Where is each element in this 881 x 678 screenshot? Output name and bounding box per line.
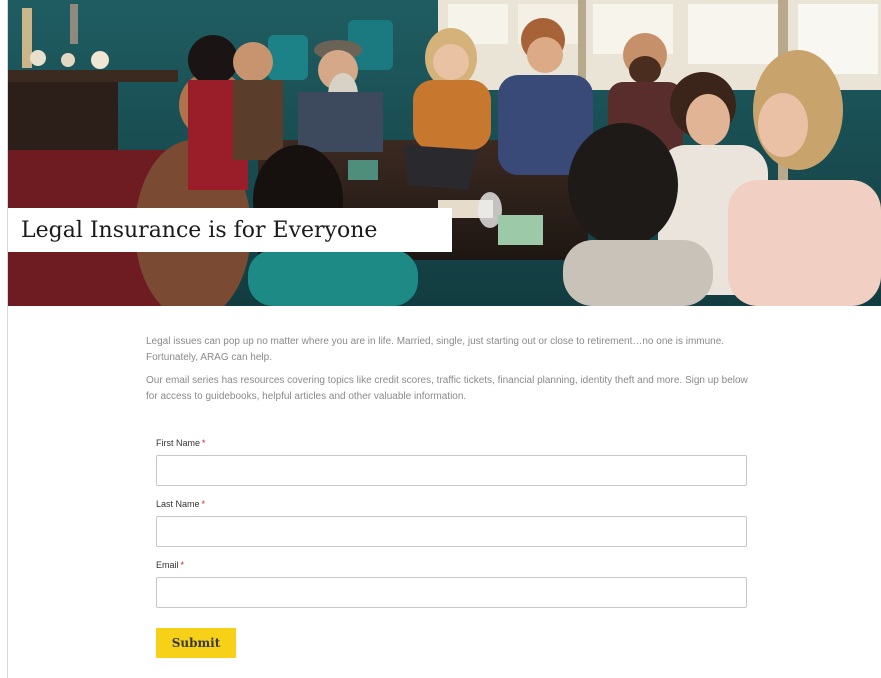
last-name-field-group: Last Name * bbox=[156, 497, 748, 547]
intro-section: Legal issues can pop up no matter where … bbox=[146, 334, 758, 412]
email-label: Email * bbox=[156, 558, 748, 572]
submit-button[interactable]: Submit bbox=[156, 628, 236, 658]
last-name-required-mark: * bbox=[201, 499, 206, 509]
email-label-text: Email bbox=[156, 560, 179, 570]
email-field-group: Email * bbox=[156, 558, 748, 608]
first-name-input[interactable] bbox=[156, 455, 747, 486]
hero-title: Legal Insurance is for Everyone bbox=[21, 217, 378, 243]
intro-text: Legal issues can pop up no matter where … bbox=[146, 334, 758, 405]
signup-form: First Name * Last Name * Email * Submit bbox=[156, 436, 748, 658]
first-name-label-text: First Name bbox=[156, 438, 201, 448]
signup-page: Legal Insurance is for Everyone Legal is… bbox=[0, 0, 881, 678]
email-required-mark: * bbox=[180, 560, 185, 570]
first-name-label: First Name * bbox=[156, 436, 748, 450]
hero-title-box: Legal Insurance is for Everyone bbox=[8, 208, 452, 252]
hero-photo bbox=[8, 0, 881, 306]
last-name-input[interactable] bbox=[156, 516, 747, 547]
last-name-label: Last Name * bbox=[156, 497, 748, 511]
intro-paragraph-1: Legal issues can pop up no matter where … bbox=[146, 336, 725, 363]
first-name-field-group: First Name * bbox=[156, 436, 748, 486]
email-input[interactable] bbox=[156, 577, 747, 608]
first-name-required-mark: * bbox=[202, 438, 206, 448]
hero-banner: Legal Insurance is for Everyone bbox=[8, 0, 881, 306]
last-name-label-text: Last Name bbox=[156, 499, 200, 509]
intro-paragraph-2: Our email series has resources covering … bbox=[146, 375, 748, 402]
